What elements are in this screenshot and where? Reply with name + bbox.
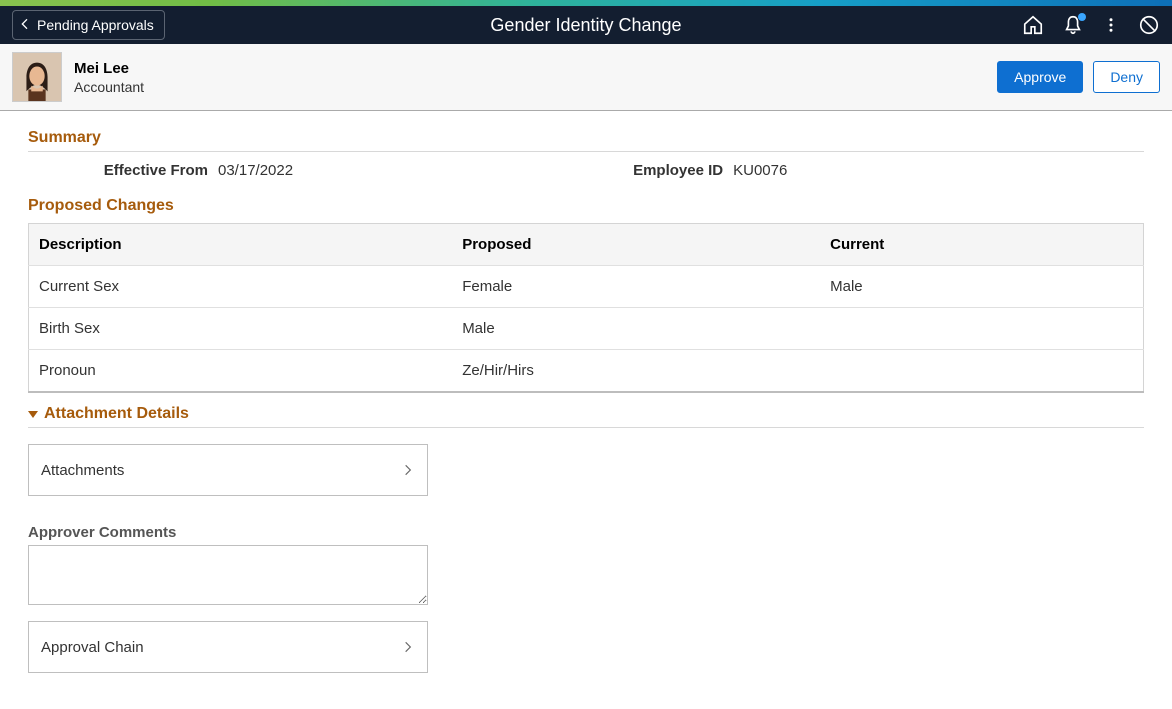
header-bar: Pending Approvals Gender Identity Change [0,6,1172,44]
summary-title: Summary [28,121,1144,152]
employee-id-value: KU0076 [733,162,787,179]
proposed-title: Proposed Changes [28,189,1144,219]
cell-current [820,308,1143,350]
approval-chain-row[interactable]: Approval Chain [28,621,428,673]
th-current: Current [820,224,1143,266]
notification-dot [1078,13,1086,21]
compass-icon[interactable] [1138,14,1160,36]
cell-current [820,350,1143,393]
chevron-right-icon [401,463,415,477]
cell-proposed: Male [452,308,820,350]
action-buttons: Approve Deny [997,61,1160,93]
chevron-left-icon [17,16,33,35]
cell-description: Current Sex [29,266,453,308]
attachments-row[interactable]: Attachments [28,444,428,496]
approver-comments-input[interactable] [28,545,428,605]
approver-comments-label: Approver Comments [28,524,1144,541]
home-icon[interactable] [1022,14,1044,36]
employee-id-label: Employee ID [633,162,723,179]
person-name: Mei Lee [74,60,144,77]
attachments-label: Attachments [41,462,124,479]
back-label: Pending Approvals [37,17,154,33]
proposed-changes-table: Description Proposed Current Current Sex… [28,223,1144,393]
cell-description: Pronoun [29,350,453,393]
header-actions [1022,14,1160,36]
avatar [12,52,62,102]
triangle-down-icon [28,411,38,418]
table-row: Birth Sex Male [29,308,1144,350]
table-row: Current Sex Female Male [29,266,1144,308]
attachment-details-expander[interactable]: Attachment Details [28,393,1144,428]
notifications-icon[interactable] [1062,14,1084,36]
attachment-title: Attachment Details [44,405,189,423]
person-info: Mei Lee Accountant [74,60,144,95]
th-description: Description [29,224,453,266]
content-area: Summary Effective From 03/17/2022 Employ… [0,111,1172,703]
effective-from-value: 03/17/2022 [218,162,293,179]
deny-button[interactable]: Deny [1093,61,1160,93]
kebab-menu-icon[interactable] [1102,14,1120,36]
page-title: Gender Identity Change [490,15,681,36]
summary-row: Effective From 03/17/2022 Employee ID KU… [28,152,1144,189]
cell-description: Birth Sex [29,308,453,350]
back-button[interactable]: Pending Approvals [12,10,165,40]
approval-chain-label: Approval Chain [41,639,144,656]
employee-id-pair: Employee ID KU0076 [633,162,787,179]
cell-proposed: Ze/Hir/Hirs [452,350,820,393]
person-role: Accountant [74,79,144,95]
effective-from-label: Effective From [88,162,208,179]
cell-proposed: Female [452,266,820,308]
effective-from-pair: Effective From 03/17/2022 [88,162,293,179]
table-row: Pronoun Ze/Hir/Hirs [29,350,1144,393]
chevron-right-icon [401,640,415,654]
approve-button[interactable]: Approve [997,61,1083,93]
person-bar: Mei Lee Accountant Approve Deny [0,44,1172,111]
cell-current: Male [820,266,1143,308]
table-header-row: Description Proposed Current [29,224,1144,266]
th-proposed: Proposed [452,224,820,266]
